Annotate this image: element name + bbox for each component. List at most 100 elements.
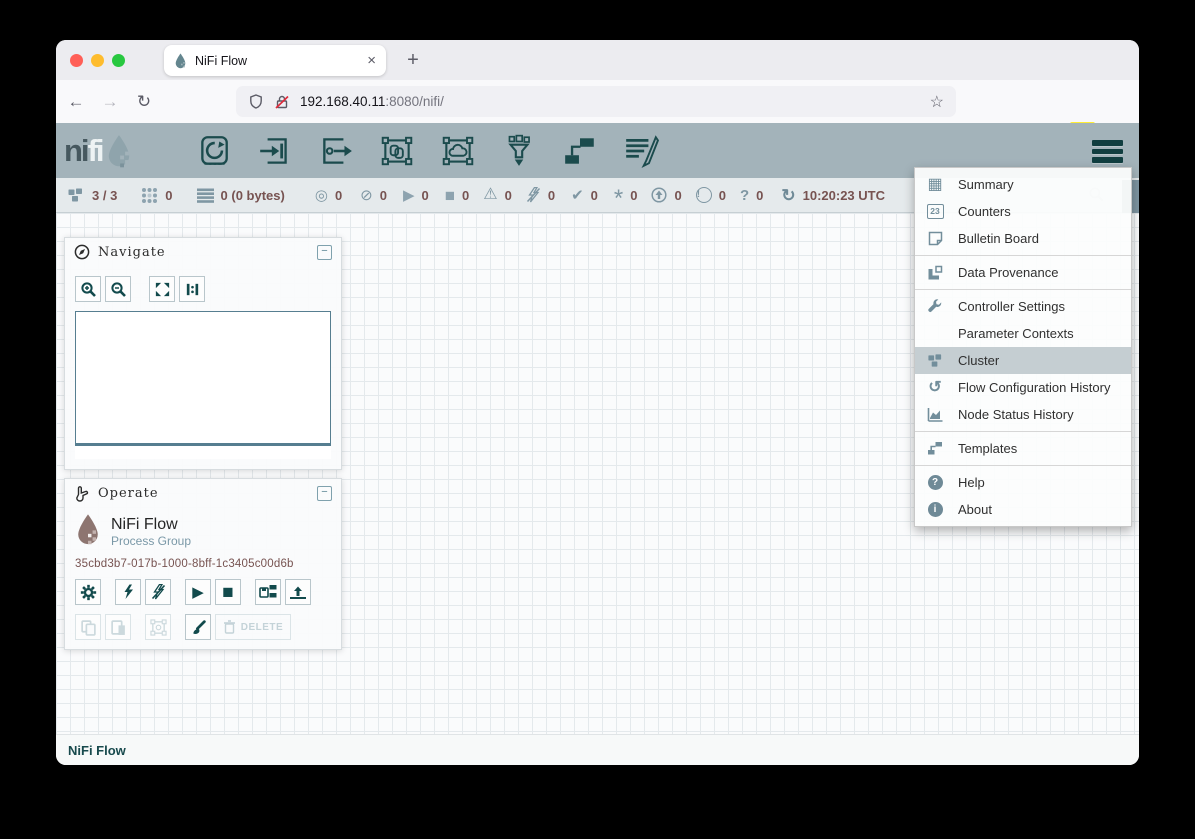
tab-close-icon[interactable]: × bbox=[367, 52, 376, 69]
shield-icon[interactable] bbox=[248, 94, 264, 110]
queued-status: 0 (0 bytes) bbox=[197, 188, 285, 203]
menu-label: Help bbox=[958, 475, 985, 490]
history-icon: ↺ bbox=[925, 380, 945, 396]
zoom-fit-button[interactable] bbox=[149, 276, 175, 302]
menu-label: Data Provenance bbox=[958, 265, 1058, 280]
queued-icon bbox=[197, 188, 214, 203]
help-icon: ? bbox=[925, 475, 945, 490]
label-icon[interactable] bbox=[621, 133, 661, 169]
url-field[interactable]: 192.168.40.11:8080/nifi/ ☆ bbox=[236, 86, 956, 117]
menu-item-counters[interactable]: 23 Counters bbox=[915, 198, 1131, 225]
sync-failure-count: 0 bbox=[756, 188, 763, 203]
menu-item-flow-configuration-history[interactable]: ↺ Flow Configuration History bbox=[915, 374, 1131, 401]
menu-label: Controller Settings bbox=[958, 299, 1065, 314]
locally-modified-stale-status: ! 0 bbox=[696, 187, 726, 203]
url-text[interactable]: 192.168.40.11:8080/nifi/ bbox=[300, 94, 930, 109]
menu-label: About bbox=[958, 502, 992, 517]
threads-icon bbox=[141, 187, 158, 204]
menu-separator bbox=[915, 431, 1131, 432]
threads-status: 0 bbox=[141, 187, 172, 204]
insecure-lock-icon[interactable] bbox=[274, 94, 290, 110]
zoom-in-button[interactable] bbox=[75, 276, 101, 302]
tab-bar: NiFi Flow × + bbox=[56, 40, 1139, 80]
forward-icon[interactable]: → bbox=[96, 88, 124, 116]
logo-fi: fi bbox=[88, 133, 103, 168]
disabled-icon bbox=[526, 187, 541, 203]
transmitting-status: ◎ 0 bbox=[315, 188, 342, 203]
processor-icon[interactable] bbox=[194, 133, 234, 169]
invalid-icon: ⚠ bbox=[483, 187, 497, 203]
running-count: 0 bbox=[422, 188, 429, 203]
global-menu-icon[interactable] bbox=[1088, 136, 1127, 167]
menu-separator bbox=[915, 465, 1131, 466]
remote-process-group-icon[interactable] bbox=[438, 133, 478, 169]
stale-status: 0 bbox=[651, 187, 681, 203]
start-button[interactable]: ▶ bbox=[185, 579, 211, 605]
refresh-icon[interactable]: ↻ bbox=[781, 187, 795, 204]
template-icon[interactable] bbox=[560, 133, 600, 169]
stopped-icon: ■ bbox=[445, 187, 455, 204]
configuration-button[interactable] bbox=[75, 579, 101, 605]
component-type: Process Group bbox=[111, 534, 191, 549]
url-toolbar: ← → ↻ 192.168.40.11:8080/nifi/ ☆ local bbox=[56, 80, 1139, 123]
locally-modified-count: 0 bbox=[630, 188, 637, 203]
zoom-out-button[interactable] bbox=[105, 276, 131, 302]
locally-modified-stale-count: 0 bbox=[719, 188, 726, 203]
menu-item-controller-settings[interactable]: Controller Settings bbox=[915, 293, 1131, 320]
minimize-window-button[interactable] bbox=[91, 54, 104, 67]
operate-actions-row-1: ▶ ■ bbox=[75, 579, 331, 605]
menu-item-summary[interactable]: ▦ Summary bbox=[915, 171, 1131, 198]
logo-ni: ni bbox=[64, 133, 88, 168]
birdseye-brand-strip bbox=[75, 446, 331, 459]
zoom-actual-size-button[interactable] bbox=[179, 276, 205, 302]
data-provenance-icon bbox=[925, 265, 945, 281]
up-to-date-status: ✔ 0 bbox=[571, 188, 598, 203]
enable-button[interactable] bbox=[115, 579, 141, 605]
back-icon[interactable]: ← bbox=[62, 88, 90, 116]
operate-title: Operate bbox=[98, 486, 317, 501]
operate-body: NiFi Flow Process Group 35cbd3b7-017b-10… bbox=[65, 507, 341, 640]
collapse-operate-button[interactable]: − bbox=[317, 486, 332, 501]
menu-item-parameter-contexts[interactable]: Parameter Contexts bbox=[915, 320, 1131, 347]
funnel-icon[interactable] bbox=[499, 133, 539, 169]
sync-failure-icon: ? bbox=[740, 187, 749, 204]
reload-icon[interactable]: ↻ bbox=[130, 88, 158, 116]
close-window-button[interactable] bbox=[70, 54, 83, 67]
disable-button[interactable] bbox=[145, 579, 171, 605]
disabled-count: 0 bbox=[548, 188, 555, 203]
stop-button[interactable]: ■ bbox=[215, 579, 241, 605]
create-template-button[interactable] bbox=[255, 579, 281, 605]
menu-item-cluster[interactable]: Cluster bbox=[915, 347, 1131, 374]
nifi-logo: nifi bbox=[64, 134, 172, 168]
upload-template-button[interactable] bbox=[285, 579, 311, 605]
queued-count: 0 (0 bytes) bbox=[221, 188, 285, 203]
menu-item-about[interactable]: i About bbox=[915, 496, 1131, 523]
up-to-date-icon: ✔ bbox=[571, 188, 584, 203]
browser-tab[interactable]: NiFi Flow × bbox=[164, 45, 386, 76]
menu-item-node-status-history[interactable]: Node Status History bbox=[915, 401, 1131, 428]
new-tab-button[interactable]: + bbox=[400, 48, 426, 74]
process-group-icon[interactable] bbox=[377, 133, 417, 169]
menu-item-bulletin-board[interactable]: Bulletin Board bbox=[915, 225, 1131, 252]
menu-item-help[interactable]: ? Help bbox=[915, 469, 1131, 496]
component-name: NiFi Flow bbox=[111, 515, 191, 534]
running-status: ▶ 0 bbox=[403, 188, 429, 203]
menu-label: Templates bbox=[958, 441, 1017, 456]
input-port-icon[interactable] bbox=[255, 133, 295, 169]
output-port-icon[interactable] bbox=[316, 133, 356, 169]
transmitting-count: 0 bbox=[335, 188, 342, 203]
menu-item-templates[interactable]: Templates bbox=[915, 435, 1131, 462]
birdseye-view[interactable] bbox=[75, 311, 331, 446]
change-color-button[interactable] bbox=[185, 614, 211, 640]
not-transmitting-icon: ⊘ bbox=[360, 188, 373, 203]
url-path: :8080/nifi/ bbox=[385, 94, 444, 109]
collapse-navigate-button[interactable]: − bbox=[317, 245, 332, 260]
breadcrumb-root[interactable]: NiFi Flow bbox=[68, 743, 126, 758]
navigate-controls bbox=[65, 266, 341, 308]
menu-item-data-provenance[interactable]: Data Provenance bbox=[915, 259, 1131, 286]
zoom-window-button[interactable] bbox=[112, 54, 125, 67]
summary-icon: ▦ bbox=[925, 177, 945, 193]
menu-label: Parameter Contexts bbox=[958, 326, 1074, 341]
bookmark-star-icon[interactable]: ☆ bbox=[930, 92, 944, 112]
operate-palette: Operate − NiFi Flow Process Group 35cbd3… bbox=[64, 478, 342, 650]
